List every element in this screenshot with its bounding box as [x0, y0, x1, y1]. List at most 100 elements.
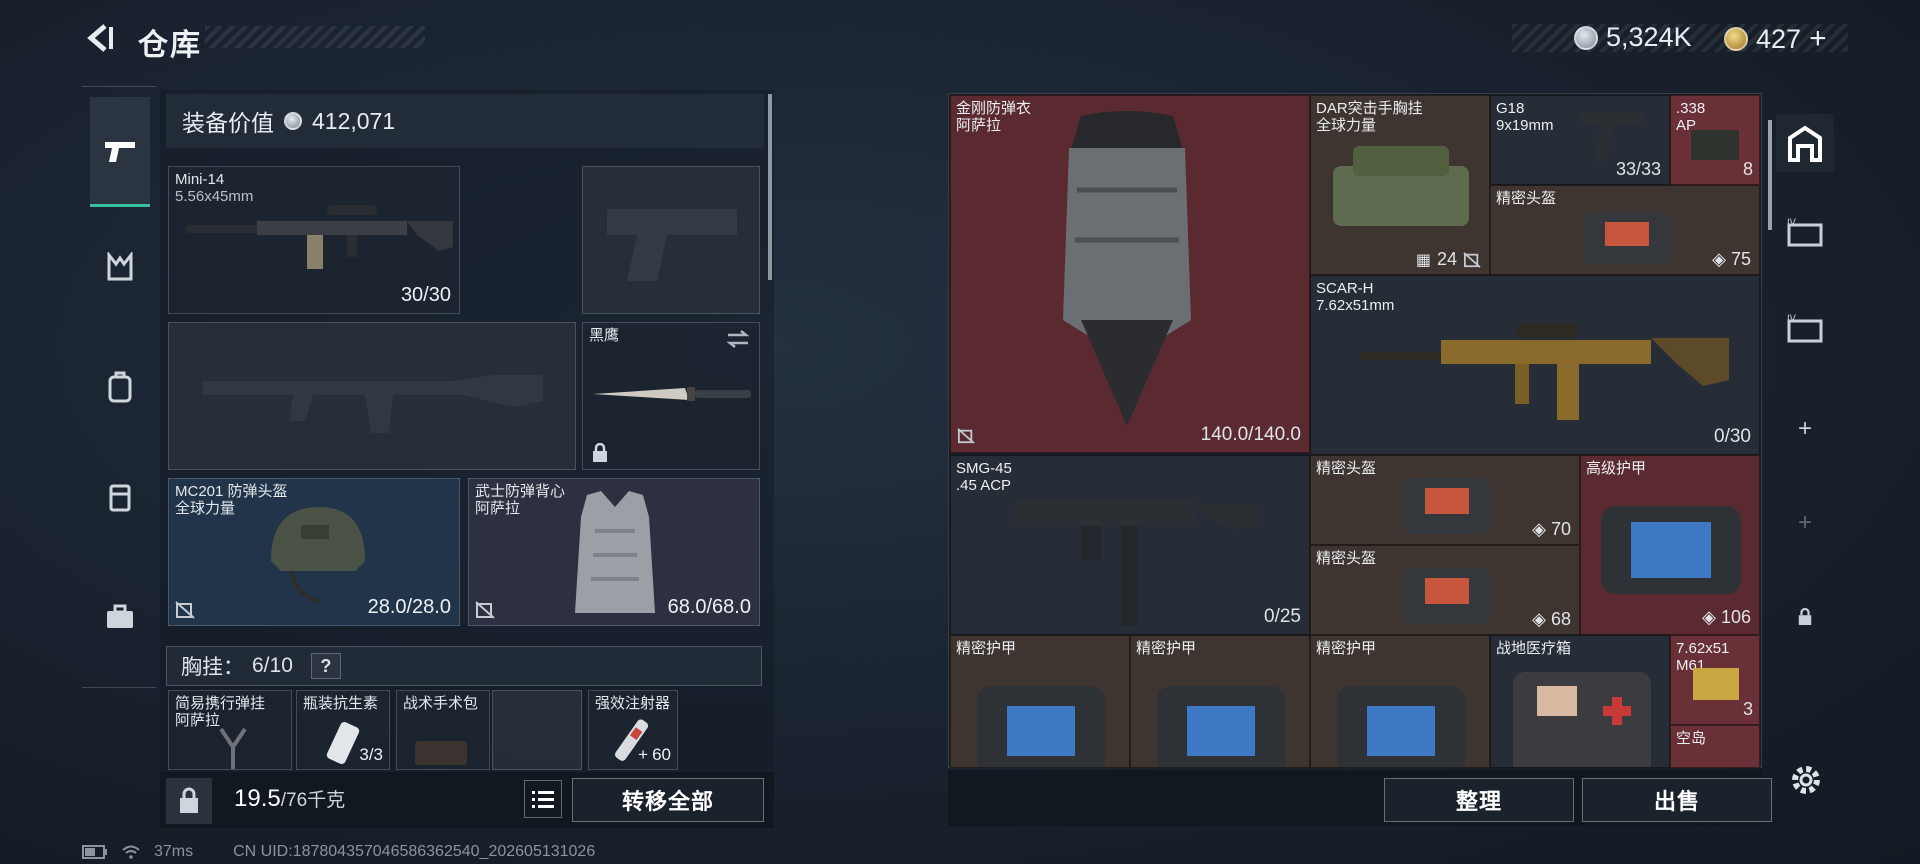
stash-item[interactable]: 战地医疗箱 — [1490, 635, 1670, 768]
stash-item[interactable]: 精密头盔 ◈ 68 — [1310, 545, 1580, 635]
lock-icon — [1798, 607, 1812, 625]
rail-case[interactable] — [90, 587, 150, 647]
help-button[interactable]: ? — [310, 653, 341, 679]
pistol-image — [1581, 112, 1643, 162]
list-view-button[interactable] — [524, 780, 562, 818]
stash-item[interactable]: .338 AP 8 — [1670, 95, 1760, 185]
stash-item[interactable]: 精密头盔 ◈ 75 — [1490, 185, 1760, 275]
rig-item[interactable]: 战术手术包 — [396, 690, 490, 770]
svg-text:IV: IV — [1787, 218, 1797, 228]
helmet-case-image — [1403, 478, 1491, 534]
safe-case-icon: IV — [1787, 314, 1823, 343]
battery-icon — [82, 845, 107, 859]
knife-image — [593, 387, 751, 401]
stash-scrollbar[interactable] — [1768, 120, 1772, 230]
silver-coin-icon — [284, 112, 302, 130]
shield-icon: ◈ — [1532, 609, 1546, 629]
back-button[interactable] — [80, 18, 120, 58]
no-insure-icon — [1463, 251, 1481, 268]
gold-currency[interactable]: 427 + — [1724, 22, 1827, 56]
rig-item-empty[interactable] — [492, 690, 582, 770]
loadout-category-rail — [82, 86, 156, 688]
sell-button[interactable]: 出售 — [1582, 778, 1772, 822]
helmet-slot[interactable]: MC201 防弹头盔 全球力量 28.0/28.0 — [168, 478, 460, 626]
rail-pouch[interactable] — [90, 467, 150, 527]
stash-tab-case[interactable]: IV — [1776, 204, 1834, 262]
pistol-silhouette-icon — [607, 209, 737, 281]
no-insure-icon — [957, 428, 975, 444]
status-bar: 37ms CN UID:187804357046586362540_202605… — [82, 843, 595, 861]
rail-weapons[interactable] — [90, 97, 150, 207]
smg-image — [1015, 500, 1257, 626]
page-title: 仓库 — [138, 29, 202, 62]
medical-box-image — [1513, 672, 1651, 767]
silver-currency: 5,324K — [1574, 22, 1692, 53]
melee-slot[interactable]: 黑鹰 — [582, 322, 760, 470]
stash-item[interactable]: 7.62x51 M61 3 — [1670, 635, 1760, 725]
stash-item[interactable]: 金刚防弹衣 阿萨拉 140.0/140.0 — [950, 95, 1310, 453]
heavy-armor-image — [1008, 111, 1246, 426]
equipment-value: 装备价值 412,071 — [166, 94, 764, 148]
primary-weapon-slot[interactable]: Mini-14 5.56x45mm 30/30 — [168, 166, 460, 314]
plus-icon: + — [1797, 415, 1812, 442]
transfer-all-button[interactable]: 转移全部 — [572, 778, 764, 822]
stash-item[interactable]: SCAR-H 7.62x51mm 0/30 — [1310, 275, 1760, 455]
lock-icon — [593, 443, 607, 462]
list-icon — [532, 791, 554, 808]
svg-text:IV: IV — [1787, 314, 1797, 324]
carry-weight: 19.5/76千克 — [234, 785, 346, 812]
briefcase-icon — [107, 604, 133, 628]
swap-icon[interactable] — [725, 329, 751, 349]
wifi-icon — [122, 845, 140, 859]
stash-item[interactable]: G18 9x19mm 33/33 — [1490, 95, 1670, 185]
add-currency-button[interactable]: + — [1809, 22, 1827, 56]
settings-button[interactable] — [1784, 758, 1828, 802]
helmet-case-image — [1403, 568, 1491, 624]
rifle-silhouette-icon — [203, 375, 543, 433]
no-insure-icon — [475, 601, 495, 619]
stash-tab-case[interactable]: IV — [1776, 300, 1834, 358]
secondary-weapon-slot-empty[interactable] — [582, 166, 760, 314]
stash-item[interactable]: 空岛 — [1670, 725, 1760, 768]
back-arrow-icon — [87, 24, 113, 52]
stash-item[interactable]: 精密头盔 ◈ 70 — [1310, 455, 1580, 545]
armor-case-image — [1157, 686, 1285, 767]
add-stash-tab-button[interactable]: + — [1776, 400, 1834, 458]
rig-item[interactable]: 瓶装抗生素 3/3 — [296, 690, 390, 770]
shield-icon: ◈ — [1532, 519, 1546, 539]
rig-item[interactable]: 简易携行弹挂 阿萨拉 — [168, 690, 292, 770]
chest-rig-icon — [107, 252, 133, 281]
stash-item[interactable]: SMG-45.45 ACP 0/25 — [950, 455, 1310, 635]
chest-rig-header: 胸挂： 6/10 ? — [166, 646, 762, 686]
second-primary-slot-empty[interactable] — [168, 322, 576, 470]
stash-item[interactable]: 精密护甲 — [1310, 635, 1490, 768]
stash-tab-rail: IV IV + + — [1776, 94, 1834, 770]
backpack-icon — [108, 371, 132, 403]
stash-tab-main[interactable] — [1776, 114, 1834, 172]
safe-box-button[interactable] — [166, 778, 212, 824]
silver-coin-icon — [1574, 25, 1598, 50]
no-insure-icon — [175, 601, 195, 619]
sort-button[interactable]: 整理 — [1384, 778, 1574, 822]
stash-item[interactable]: 高级护甲 ◈ 106 — [1580, 455, 1760, 635]
rifle-image — [187, 205, 453, 269]
rifle-image — [1361, 324, 1729, 420]
rig-item[interactable]: 强效注射器 +60 — [588, 690, 678, 770]
shield-icon: ◈ — [1712, 249, 1726, 269]
stash-item[interactable]: DAR突击手胸挂 全球力量 ▦ 24 — [1310, 95, 1490, 275]
armor-slot[interactable]: 武士防弹背心 阿萨拉 68.0/68.0 — [468, 478, 760, 626]
armor-case-image — [1601, 506, 1741, 594]
locked-stash-tab[interactable] — [1776, 588, 1834, 646]
stash-item[interactable]: 精密护甲 — [950, 635, 1130, 768]
safe-case-icon: IV — [1787, 218, 1823, 247]
stash-item[interactable]: 精密护甲 — [1130, 635, 1310, 768]
header-decor — [205, 26, 425, 48]
loadout-scrollbar[interactable] — [768, 94, 772, 280]
gold-coin-icon — [1724, 27, 1748, 51]
rail-rig[interactable] — [90, 237, 150, 297]
helmet-image — [271, 507, 365, 603]
rail-backpack[interactable] — [90, 357, 150, 417]
ammo-box-image — [1691, 130, 1739, 160]
lock-icon — [180, 787, 198, 813]
ammo-box-image — [1693, 668, 1739, 700]
